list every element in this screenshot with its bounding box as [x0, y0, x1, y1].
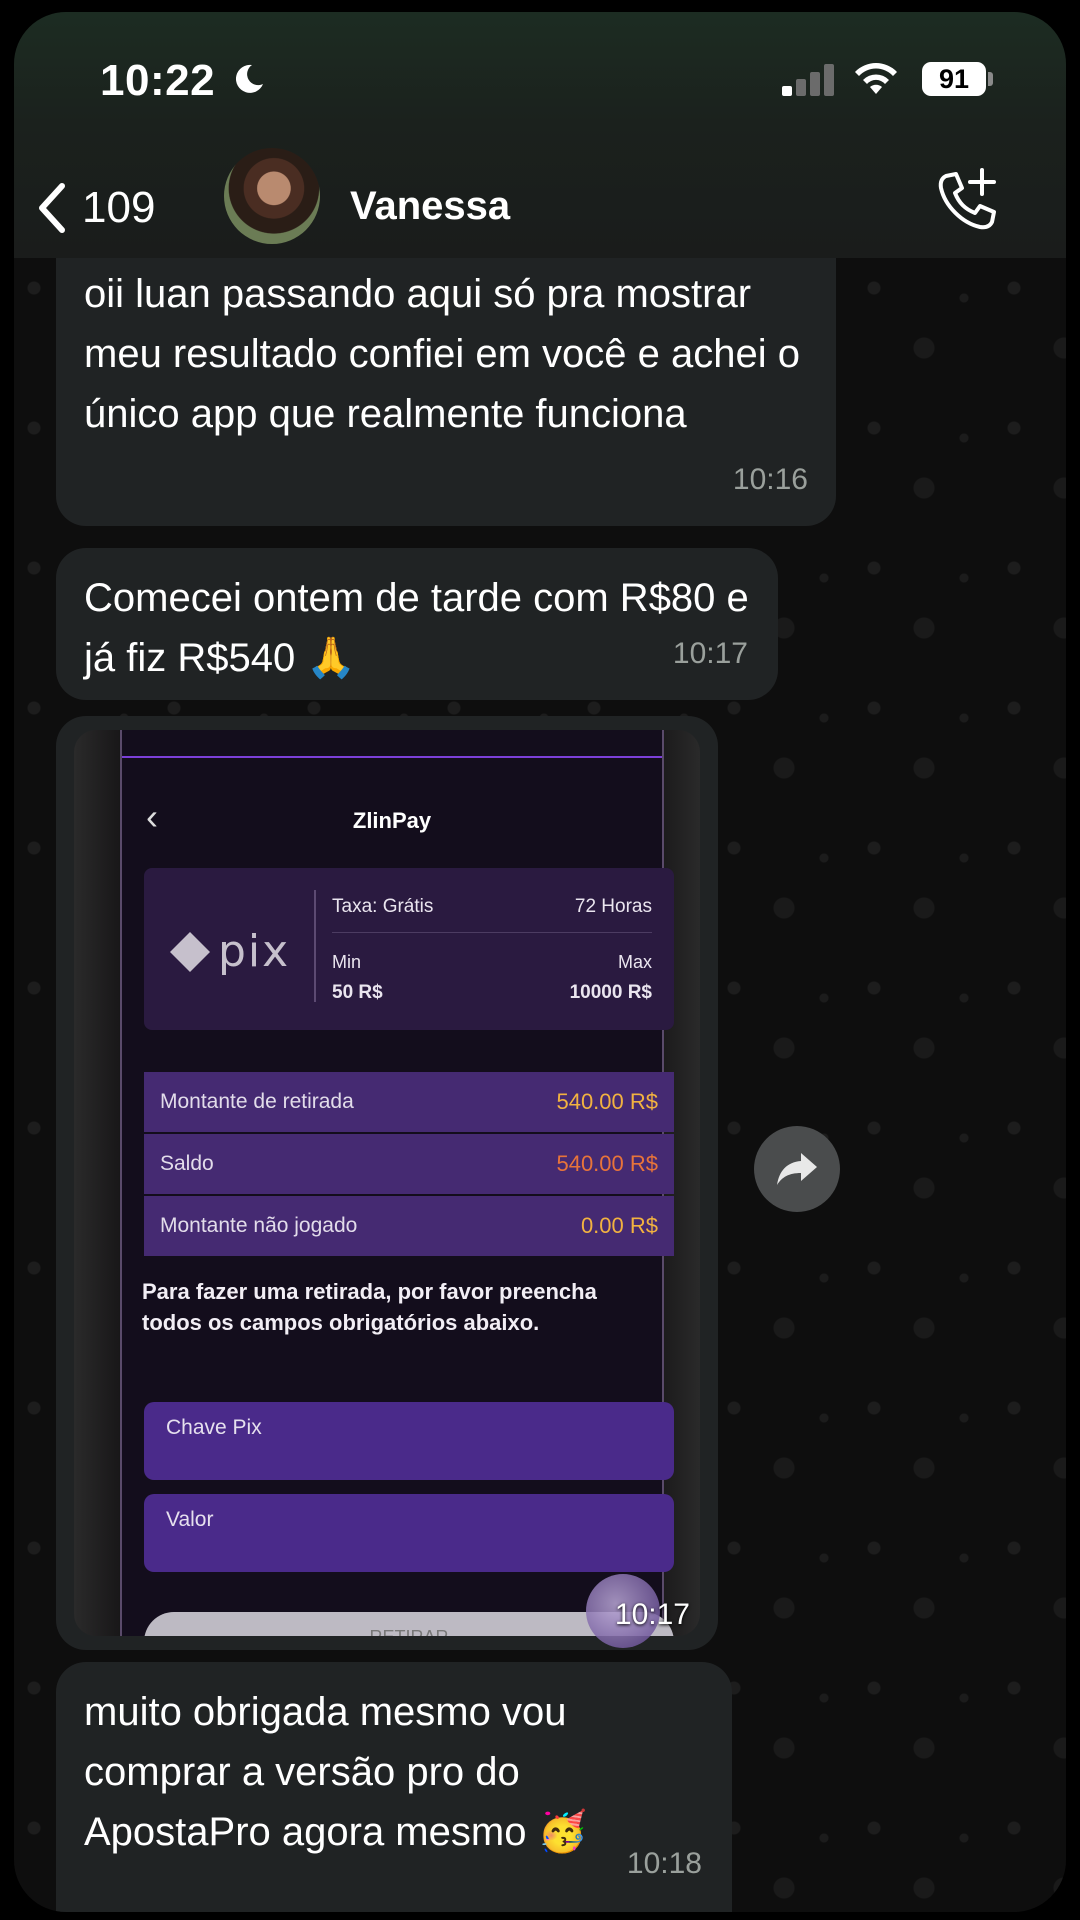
field-label: Valor — [166, 1508, 214, 1531]
message-text: oii luan passando aqui só pra mostrar me… — [84, 272, 800, 436]
row-value: 540.00 R$ — [556, 1151, 658, 1176]
message-bubble[interactable]: Comecei ontem de tarde com R$80 e já fiz… — [56, 548, 778, 700]
forward-button[interactable] — [754, 1126, 840, 1212]
pix-card: pix Taxa: Grátis 72 Horas Min Max 50 R$ … — [144, 868, 674, 1030]
message-bubble[interactable]: muito obrigada mesmo vou comprar a versã… — [56, 1662, 732, 1912]
row-label: Montante de retirada — [160, 1090, 354, 1113]
add-call-icon[interactable] — [932, 166, 1002, 236]
withdraw-amount-row: Montante de retirada 540.00 R$ — [144, 1072, 674, 1132]
cellular-signal-icon — [782, 64, 834, 96]
field-label: Chave Pix — [166, 1416, 262, 1439]
chat-area[interactable]: oii luan passando aqui só pra mostrar me… — [14, 258, 1066, 1912]
image-message[interactable]: ‹ ZlinPay pix Taxa: Grátis 72 Horas Min … — [56, 716, 718, 1650]
phone-screen: 10:22 91 109 Vanessa oii luan passando a… — [14, 12, 1066, 1912]
zlinpay-title: ZlinPay — [352, 808, 432, 833]
shared-screenshot[interactable]: ‹ ZlinPay pix Taxa: Grátis 72 Horas Min … — [74, 730, 700, 1636]
battery-cap — [988, 72, 993, 86]
pix-wordmark: pix — [218, 926, 291, 977]
message-time: 10:17 — [672, 637, 748, 670]
unread-count: 109 — [82, 183, 156, 232]
min-label: Min — [332, 952, 362, 972]
divider — [314, 890, 316, 1002]
pix-diamond-icon — [170, 931, 210, 972]
status-time: 10:22 — [100, 56, 216, 105]
wifi-icon — [855, 63, 897, 94]
max-value: 10000 R$ — [569, 982, 652, 1003]
value-field: Valor — [144, 1494, 674, 1572]
balance-row: Saldo 540.00 R$ — [144, 1134, 674, 1194]
chat-header: 10:22 91 109 Vanessa — [14, 12, 1066, 258]
message-time: 10:16 — [732, 463, 808, 496]
message-text: muito obrigada mesmo vou comprar a versã… — [84, 1690, 588, 1854]
withdraw-instructions: Para fazer uma retirada, por favor preen… — [142, 1279, 597, 1335]
forward-arrow-icon — [777, 1153, 817, 1185]
chevron-left-icon — [39, 183, 65, 233]
fee-label: Taxa: Grátis — [332, 896, 434, 917]
row-label: Montante não jogado — [160, 1214, 358, 1237]
moon-icon — [235, 64, 263, 93]
row-label: Saldo — [160, 1152, 214, 1175]
message-bubble[interactable]: oii luan passando aqui só pra mostrar me… — [56, 258, 836, 526]
zlinpay-screen: ‹ ZlinPay pix Taxa: Grátis 72 Horas Min … — [120, 730, 674, 1636]
row-value: 540.00 R$ — [556, 1089, 658, 1114]
battery-indicator: 91 — [922, 62, 986, 96]
duration-label: 72 Horas — [574, 896, 652, 917]
max-label: Max — [617, 952, 652, 972]
row-value: 0.00 R$ — [580, 1213, 658, 1238]
accent-line — [122, 756, 662, 758]
message-time: 10:17 — [614, 1598, 690, 1631]
back-button[interactable]: 109 — [34, 172, 155, 244]
pix-logo: pix — [168, 926, 290, 977]
unplayed-amount-row: Montante não jogado 0.00 R$ — [144, 1196, 674, 1256]
contact-name[interactable]: Vanessa — [350, 184, 510, 229]
message-text: Comecei ontem de tarde com R$80 e já fiz… — [84, 576, 749, 680]
divider — [332, 932, 652, 933]
min-value: 50 R$ — [332, 982, 383, 1003]
avatar[interactable] — [224, 148, 320, 244]
pix-key-field: Chave Pix — [144, 1402, 674, 1480]
message-time: 10:18 — [626, 1847, 702, 1880]
